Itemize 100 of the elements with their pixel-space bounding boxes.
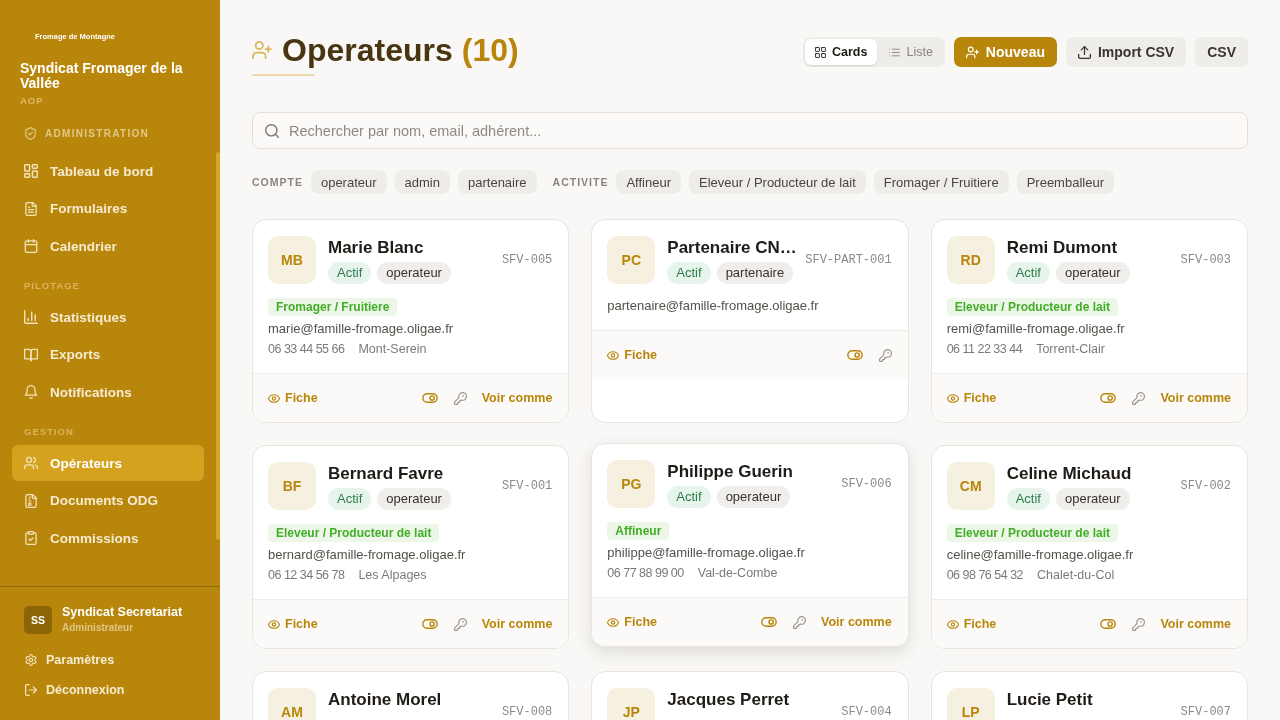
- users-icon: [24, 456, 38, 470]
- logout-icon: [25, 684, 37, 696]
- avatar: CM: [946, 462, 995, 510]
- avatar: LP: [946, 688, 995, 720]
- filter-chip[interactable]: partenaire: [458, 170, 537, 194]
- filter-chip[interactable]: operateur: [310, 170, 387, 194]
- view-as-link[interactable]: Voir comme: [821, 615, 892, 629]
- scrollbar-thumb[interactable]: [216, 152, 220, 540]
- filter-chip[interactable]: Preemballeur: [1016, 170, 1114, 194]
- toggle-icon[interactable]: [1100, 619, 1117, 629]
- bell-icon: [24, 385, 38, 399]
- email-text: remi@famille-fromage.oligae.fr: [946, 321, 1125, 337]
- key-icon[interactable]: [453, 617, 467, 631]
- filter-chip[interactable]: Eleveur / Producteur de lait: [688, 170, 866, 194]
- bar-chart-icon: [24, 310, 38, 324]
- nav-item[interactable]: Tableau de bord: [12, 153, 204, 189]
- status-badge: Actif: [667, 262, 711, 284]
- export-button[interactable]: CSV: [1195, 37, 1248, 67]
- role-badge: operateur: [377, 262, 451, 284]
- operator-name: Partenaire CN…: [667, 238, 797, 258]
- role-badge: operateur: [716, 486, 791, 508]
- operator-code: SFV-PART-001: [805, 253, 892, 267]
- nav-item[interactable]: Notifications: [12, 374, 204, 410]
- filter-chip[interactable]: Fromager / Fruitiere: [873, 170, 1009, 194]
- view-link[interactable]: Fiche: [607, 348, 657, 362]
- activity-tag: Affineur: [607, 522, 670, 540]
- view-tab[interactable]: Cards: [805, 39, 878, 65]
- nav-item[interactable]: Calendrier: [12, 228, 204, 264]
- key-icon[interactable]: [793, 615, 807, 629]
- filter-label: COMPTE: [252, 176, 303, 188]
- city-name: Mont-Serein: [358, 341, 427, 357]
- list-icon: [889, 46, 901, 58]
- view-tab[interactable]: Liste: [879, 39, 943, 65]
- email-text: celine@famille-fromage.oligae.fr: [946, 547, 1134, 563]
- city-name: Les Alpages: [358, 567, 427, 583]
- view-link[interactable]: Fiche: [946, 617, 997, 631]
- phone-number: 06 11 22 33 44: [946, 341, 1023, 357]
- eye-icon: [946, 619, 959, 629]
- avatar: BF: [268, 462, 316, 510]
- document-icon: [24, 201, 38, 216]
- toggle-icon[interactable]: [761, 617, 778, 627]
- import-button[interactable]: Import CSV: [1065, 37, 1187, 67]
- user-plus-icon: [965, 45, 979, 59]
- nav-item[interactable]: Exports: [12, 336, 204, 373]
- view-link[interactable]: Fiche: [268, 617, 318, 631]
- nav-item[interactable]: Statistiques: [12, 299, 204, 335]
- key-icon[interactable]: [1132, 617, 1146, 631]
- toggle-icon[interactable]: [1100, 393, 1117, 403]
- key-icon[interactable]: [878, 348, 892, 362]
- page-title: Operateurs: [282, 32, 453, 68]
- organization-name: Syndicat Fromager de la Vallée: [20, 61, 184, 91]
- result-count: (10): [461, 32, 519, 68]
- view-as-link[interactable]: Voir comme: [1160, 617, 1231, 631]
- view-as-link[interactable]: Voir comme: [1160, 391, 1231, 405]
- new-button[interactable]: Nouveau: [953, 37, 1057, 67]
- key-icon[interactable]: [1132, 391, 1146, 405]
- operator-code: SFV-005: [501, 253, 553, 267]
- eye-icon: [268, 619, 280, 629]
- toggle-icon[interactable]: [421, 393, 438, 403]
- view-link[interactable]: Fiche: [946, 391, 997, 405]
- status-badge: Actif: [328, 488, 372, 510]
- logout-link[interactable]: Déconnexion: [24, 675, 125, 705]
- nav-item[interactable]: Commissions: [12, 520, 204, 556]
- operator-name: Jacques Perret: [667, 690, 790, 710]
- book-icon: [24, 347, 38, 362]
- view-as-link[interactable]: Voir comme: [481, 391, 553, 405]
- file-icon: [24, 493, 38, 508]
- calendar-icon: [24, 239, 38, 253]
- filter-chip[interactable]: Affineur: [616, 170, 681, 194]
- toggle-icon[interactable]: [846, 350, 863, 360]
- activity-tag: Eleveur / Producteur de lait: [268, 524, 440, 542]
- section-label: PILOTAGE: [24, 279, 80, 293]
- view-link[interactable]: Fiche: [268, 391, 318, 405]
- operator-name: Bernard Favre: [328, 464, 444, 484]
- avatar: AM: [268, 688, 316, 720]
- operator-code: SFV-002: [1180, 479, 1231, 493]
- role-badge: operateur: [377, 488, 451, 510]
- toggle-icon[interactable]: [421, 619, 438, 629]
- search-field[interactable]: Rechercher par nom, email, adhérent...: [252, 112, 1248, 149]
- avatar: PC: [607, 236, 656, 284]
- nav-item[interactable]: Documents ODG: [12, 482, 204, 519]
- operator-code: SFV-001: [501, 479, 553, 493]
- role-badge: partenaire: [716, 262, 794, 284]
- view-link[interactable]: Fiche: [607, 615, 657, 629]
- filter-chip[interactable]: admin: [394, 170, 450, 194]
- key-icon[interactable]: [453, 391, 467, 405]
- view-as-link[interactable]: Voir comme: [481, 617, 553, 631]
- operator-name: Lucie Petit: [1006, 690, 1093, 710]
- upload-icon: [1077, 45, 1091, 59]
- dashboard-icon: [24, 164, 38, 178]
- nav-item[interactable]: Formulaires: [12, 190, 204, 227]
- phone-number: 06 33 44 55 66: [268, 341, 345, 357]
- user-role: Administrateur: [62, 621, 134, 634]
- avatar: RD: [946, 236, 995, 284]
- settings-link[interactable]: Paramètres: [24, 645, 115, 675]
- nav-item[interactable]: Opérateurs: [12, 445, 204, 481]
- phone-number: 06 77 88 99 00: [607, 565, 684, 581]
- operator-name: Remi Dumont: [1006, 238, 1118, 258]
- operator-code: SFV-006: [841, 477, 892, 491]
- email-text: bernard@famille-fromage.oligae.fr: [268, 547, 466, 563]
